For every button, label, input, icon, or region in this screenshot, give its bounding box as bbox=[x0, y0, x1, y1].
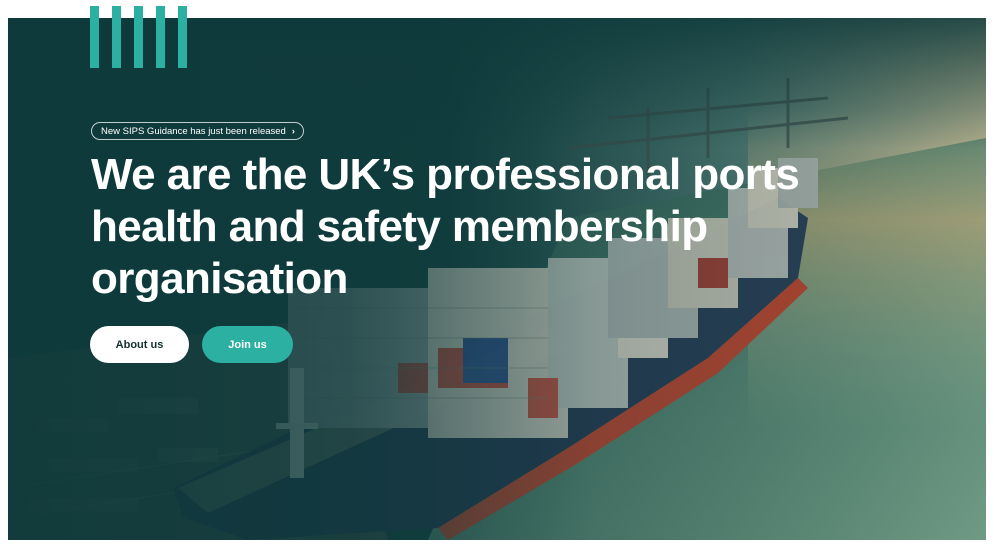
logo-bar bbox=[90, 6, 99, 68]
site-logo[interactable] bbox=[90, 6, 200, 68]
announcement-link[interactable]: New SIPS Guidance has just been released… bbox=[91, 122, 304, 140]
about-us-button[interactable]: About us bbox=[90, 326, 189, 363]
logo-bar bbox=[112, 6, 121, 68]
announcement-text: New SIPS Guidance has just been released bbox=[101, 125, 286, 137]
logo-bar bbox=[134, 6, 143, 68]
logo-bar bbox=[156, 6, 165, 68]
chevron-right-icon: › bbox=[291, 125, 295, 136]
hero-headline: We are the UK’s professional ports healt… bbox=[91, 150, 800, 303]
logo-bar bbox=[178, 6, 187, 68]
join-us-button[interactable]: Join us bbox=[202, 326, 293, 363]
hero-section: New SIPS Guidance has just been released… bbox=[8, 18, 986, 540]
